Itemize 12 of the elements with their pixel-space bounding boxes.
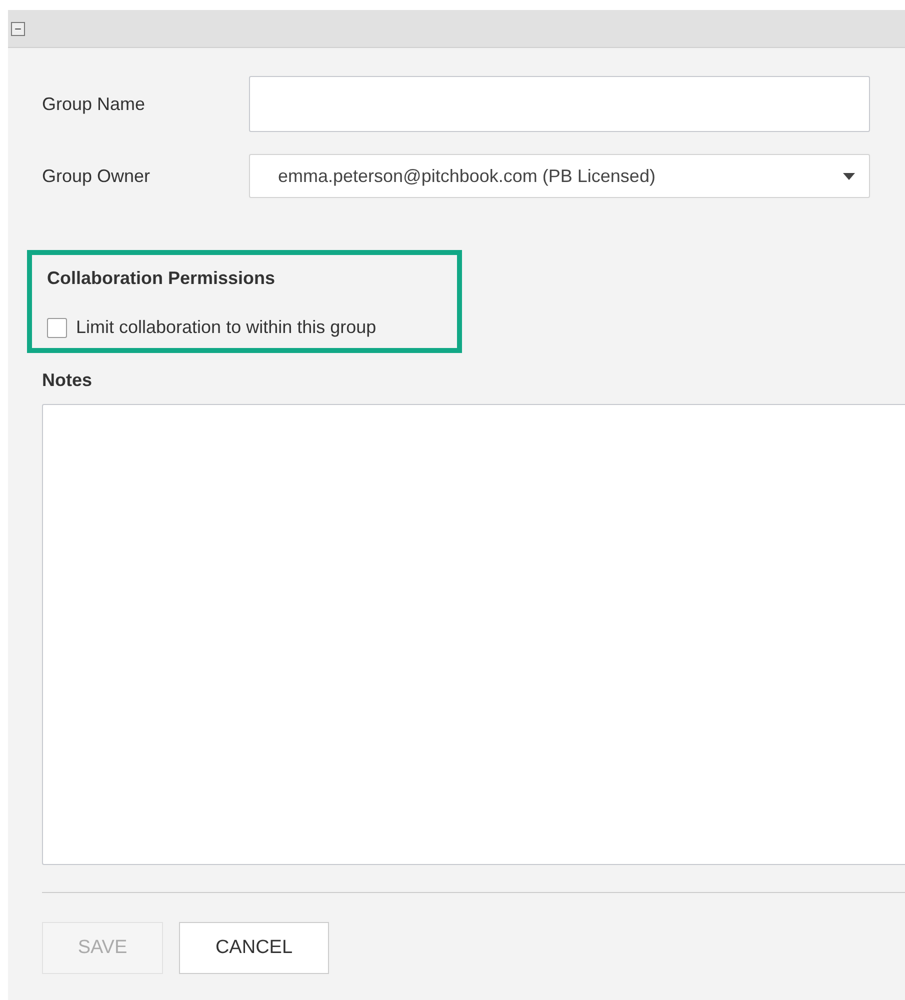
owner-dropdown[interactable]: emma.peterson@pitchbook.com (PB Licensed) — [249, 154, 870, 198]
caret-icon — [843, 172, 855, 180]
cancel-button[interactable]: CANCEL — [179, 922, 329, 974]
field-label: Group Owner — [42, 164, 152, 188]
field-label: Group Name — [42, 92, 146, 116]
collapse-button[interactable]: − — [11, 22, 25, 36]
notes-field[interactable] — [42, 404, 905, 865]
checkbox[interactable] — [47, 318, 67, 338]
checkbox-label: Limit collaboration to within this group — [76, 316, 376, 339]
section-title: Collaboration Permissions — [47, 267, 276, 290]
text-field[interactable] — [249, 76, 870, 132]
notes-label: Notes — [42, 369, 92, 392]
